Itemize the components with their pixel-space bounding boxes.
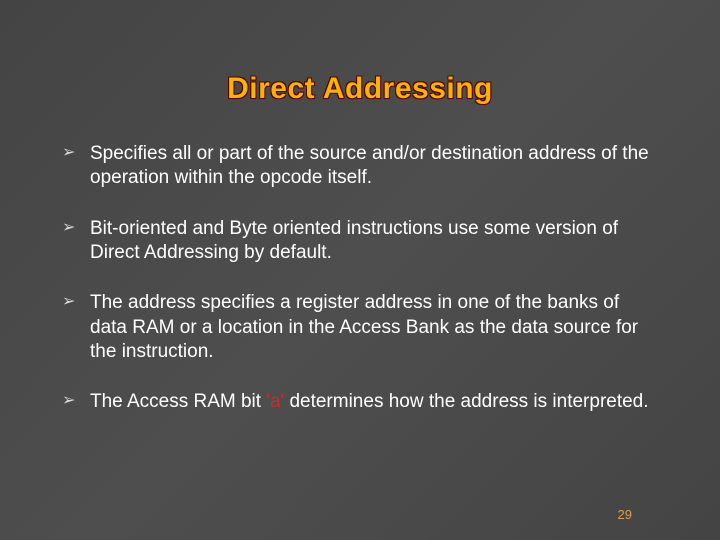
bullet-text-prefix: The Access RAM bit xyxy=(90,391,266,412)
bullet-text: The address specifies a register address… xyxy=(90,292,638,362)
list-item: The address specifies a register address… xyxy=(60,291,660,364)
page-number: 29 xyxy=(618,507,632,522)
slide: Direct Addressing Specifies all or part … xyxy=(0,0,720,540)
bullet-text-accent: 'a' xyxy=(266,391,284,412)
bullet-text: Bit-oriented and Byte oriented instructi… xyxy=(90,218,618,263)
list-item: The Access RAM bit 'a' determines how th… xyxy=(60,390,660,414)
slide-title: Direct Addressing xyxy=(60,72,660,106)
bullet-text-suffix: determines how the address is interprete… xyxy=(284,391,648,412)
list-item: Bit-oriented and Byte oriented instructi… xyxy=(60,217,660,266)
bullet-text: Specifies all or part of the source and/… xyxy=(90,143,649,188)
list-item: Specifies all or part of the source and/… xyxy=(60,142,660,191)
bullet-list: Specifies all or part of the source and/… xyxy=(60,142,660,415)
